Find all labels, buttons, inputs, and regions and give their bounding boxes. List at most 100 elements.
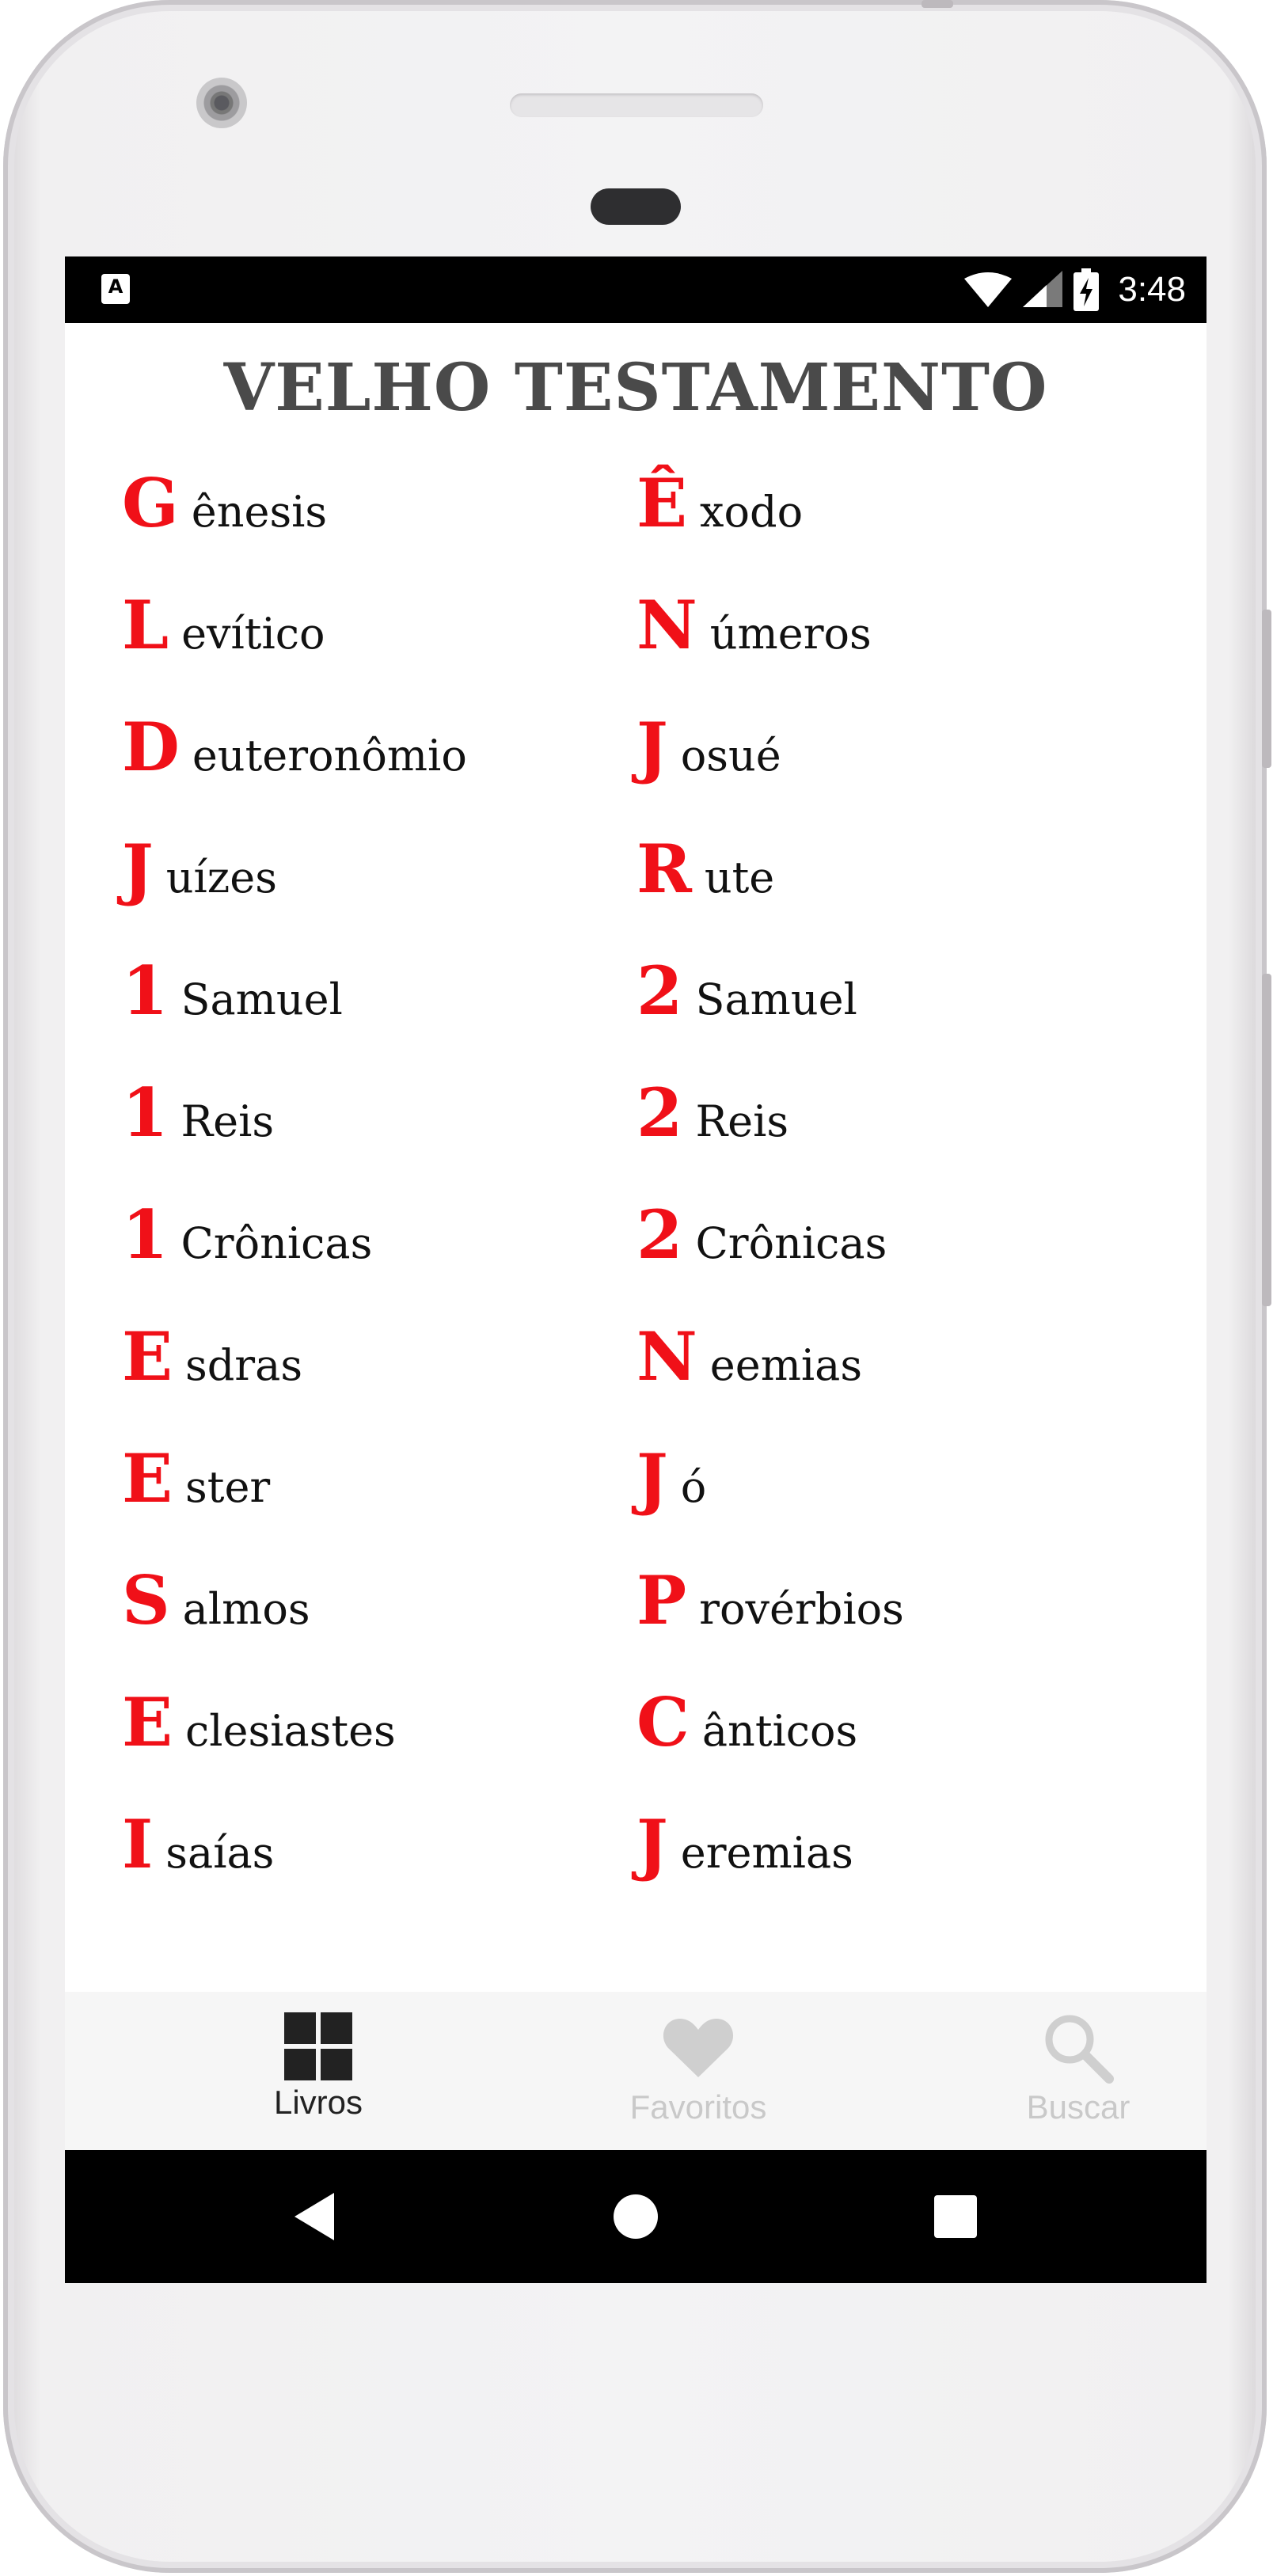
book-item[interactable]: Salmos — [122, 1561, 310, 1639]
book-initial: Ê — [636, 464, 688, 542]
book-item[interactable]: Êxodo — [636, 464, 803, 542]
book-item[interactable]: Eclesiastes — [122, 1683, 396, 1761]
back-icon[interactable] — [291, 2191, 339, 2242]
book-name-rest: uízes — [165, 853, 277, 902]
book-initial: G — [122, 464, 179, 542]
book-item[interactable]: Ester — [122, 1439, 270, 1518]
book-item[interactable]: Isaías — [122, 1805, 274, 1883]
book-item[interactable]: 1 Crônicas — [122, 1195, 372, 1274]
book-name-rest: ânticos — [701, 1706, 858, 1756]
grid-icon — [284, 2012, 352, 2080]
book-item[interactable]: 1 Reis — [122, 1073, 274, 1152]
status-bar: A 3:48 — [65, 256, 1206, 323]
top-notch — [922, 0, 953, 8]
book-name-rest: ênesis — [191, 487, 328, 537]
earpiece-speaker — [510, 93, 763, 117]
book-name-rest: Reis — [695, 1096, 789, 1146]
book-initial: P — [636, 1561, 687, 1639]
status-time: 3:48 — [1118, 270, 1186, 309]
search-icon — [1045, 2015, 1114, 2084]
book-initial: 2 — [636, 952, 683, 1030]
book-item[interactable]: 2 Reis — [636, 1073, 788, 1152]
home-icon[interactable] — [612, 2193, 659, 2240]
power-button — [1262, 610, 1271, 768]
book-initial: 2 — [636, 1073, 683, 1152]
book-name-rest: Crônicas — [695, 1218, 887, 1268]
book-item[interactable]: Gênesis — [122, 464, 327, 542]
book-list: Gênesis Êxodo Levítico Números Deuteronômio J… — [65, 464, 1206, 1919]
book-name-rest: ó — [680, 1462, 707, 1512]
book-initial: J — [636, 1439, 668, 1518]
book-name-rest: Samuel — [180, 975, 343, 1024]
book-item[interactable]: Juízes — [122, 830, 277, 908]
book-item[interactable]: 1 Samuel — [122, 952, 343, 1030]
page-title: VELHO TESTAMENTO — [223, 350, 1048, 426]
book-initial: J — [122, 830, 154, 908]
nav-livros[interactable]: Livros — [200, 1992, 437, 2150]
nav-favoritos[interactable]: Favoritos — [580, 1992, 817, 2150]
book-name-rest: rovérbios — [699, 1584, 904, 1634]
book-name-rest: osué — [680, 731, 781, 781]
book-initial: J — [636, 1805, 668, 1883]
book-initial: 1 — [122, 952, 169, 1030]
book-item[interactable]: 2 Samuel — [636, 952, 857, 1030]
book-initial: 2 — [636, 1195, 683, 1274]
book-name-rest: ute — [704, 853, 775, 902]
book-initial: D — [122, 708, 180, 786]
book-initial: I — [122, 1805, 154, 1883]
book-name-rest: saías — [165, 1828, 275, 1878]
book-initial: L — [122, 586, 169, 664]
book-item[interactable]: Provérbios — [636, 1561, 904, 1639]
book-initial: E — [122, 1439, 173, 1518]
book-initial: J — [636, 708, 668, 786]
book-item[interactable]: Deuteronômio — [122, 708, 467, 786]
book-item[interactable]: Cânticos — [636, 1683, 857, 1761]
book-name-rest: eremias — [680, 1828, 853, 1878]
system-navigation-bar — [65, 2150, 1206, 2283]
book-initial: S — [122, 1561, 170, 1639]
nav-buscar-label: Buscar — [1026, 2088, 1130, 2126]
signal-icon — [1023, 271, 1063, 307]
book-name-rest: euteronômio — [192, 731, 467, 781]
notification-icon: A — [101, 274, 130, 304]
book-name-rest: sdras — [185, 1340, 303, 1390]
book-name-rest: evítico — [181, 609, 325, 659]
bottom-navigation: Livros Favoritos Buscar — [65, 1992, 1206, 2150]
battery-charging-icon — [1074, 268, 1100, 311]
book-name-rest: úmeros — [709, 609, 872, 659]
front-camera — [196, 78, 247, 128]
book-initial: 1 — [122, 1073, 169, 1152]
volume-button — [1262, 974, 1271, 1306]
phone-frame: A 3:48 VELHO TESTAMENTO Gênesis Êxodo Leví… — [3, 0, 1271, 2573]
book-name-rest: Crônicas — [180, 1218, 373, 1268]
book-item[interactable]: Jó — [636, 1439, 706, 1518]
book-item[interactable]: Neemias — [636, 1317, 862, 1396]
book-initial: C — [636, 1683, 690, 1761]
book-item[interactable]: Levítico — [122, 586, 325, 664]
book-item[interactable]: Rute — [636, 830, 774, 908]
book-item[interactable]: Josué — [636, 708, 781, 786]
book-name-rest: ster — [185, 1462, 271, 1512]
book-name-rest: Samuel — [695, 975, 857, 1024]
book-name-rest: clesiastes — [185, 1706, 396, 1756]
book-initial: E — [122, 1683, 173, 1761]
nav-buscar[interactable]: Buscar — [960, 1992, 1197, 2150]
book-item[interactable]: Jeremias — [636, 1805, 853, 1883]
status-icons: 3:48 — [964, 256, 1186, 323]
book-name-rest: xodo — [700, 487, 804, 537]
book-name-rest: eemias — [709, 1340, 863, 1390]
nav-favoritos-label: Favoritos — [629, 2088, 767, 2126]
book-item[interactable]: Esdras — [122, 1317, 302, 1396]
book-item[interactable]: Números — [636, 586, 872, 664]
book-initial: 1 — [122, 1195, 169, 1274]
book-item[interactable]: 2 Crônicas — [636, 1195, 887, 1274]
book-name-rest: Reis — [180, 1096, 275, 1146]
recents-icon[interactable] — [934, 2195, 977, 2238]
book-initial: N — [636, 586, 697, 664]
book-initial: R — [636, 830, 692, 908]
proximity-sensor — [591, 188, 681, 225]
book-name-rest: almos — [182, 1584, 310, 1634]
book-initial: E — [122, 1317, 173, 1396]
nav-livros-label: Livros — [273, 2084, 363, 2121]
wifi-icon — [964, 272, 1013, 307]
